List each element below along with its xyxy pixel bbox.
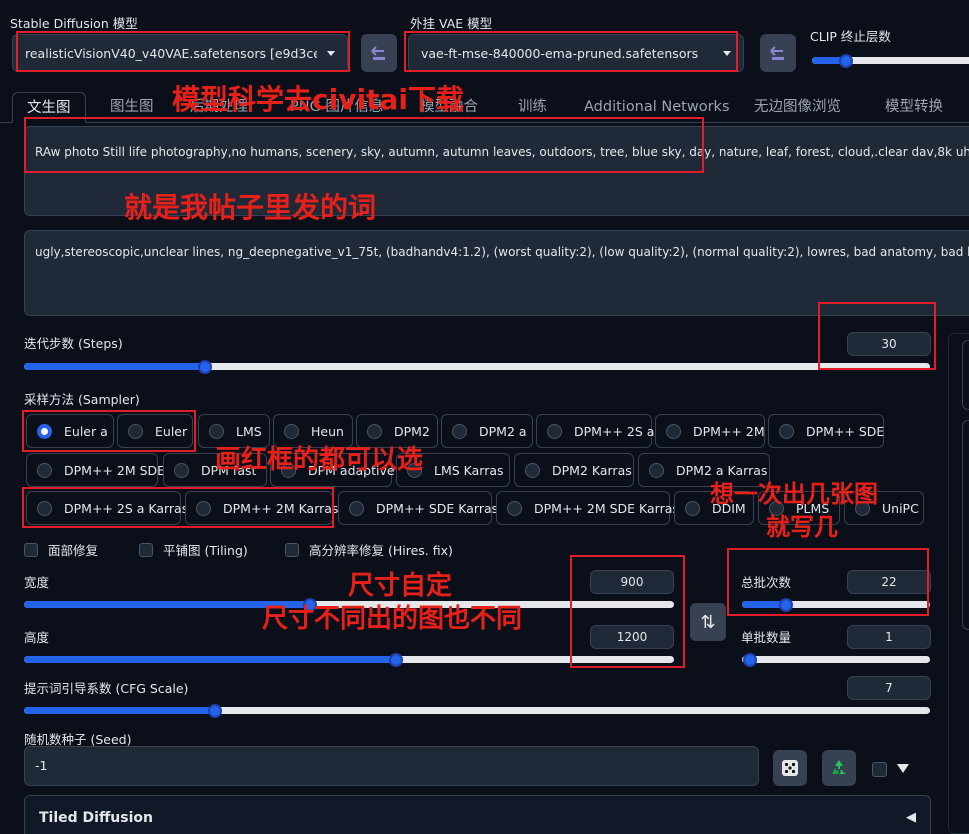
steps-label: 迭代步数 (Steps) [24,336,123,351]
refresh-icon [371,46,385,60]
sampler-label: 采样方法 (Sampler) [24,392,140,407]
vae-select[interactable]: vae-ft-mse-840000-ema-pruned.safetensors [408,34,744,72]
right-panel-box [962,340,969,410]
sampler-option[interactable]: DPM++ 2M [655,414,765,448]
extra-seed-checkbox[interactable] [872,762,887,777]
cfg-number[interactable]: 7 [847,676,931,700]
tab-train[interactable]: 训练 [518,92,547,122]
width-label: 宽度 [24,575,50,590]
sampler-option[interactable]: DPM++ 2M SDE [26,453,165,487]
face-restore-checkbox[interactable]: 面部修复 [24,540,98,559]
sampler-option[interactable]: DPM++ SDE [768,414,884,448]
width-number[interactable]: 900 [590,570,674,594]
steps-number[interactable]: 30 [847,332,931,356]
cfg-slider[interactable] [24,703,930,718]
refresh-models-button[interactable] [361,34,397,72]
collapse-arrow-icon: ◀ [906,810,916,825]
tab-txt2img[interactable]: 文生图 [12,92,86,123]
annotation-batch: 就写几 [766,513,838,541]
recycle-icon [832,760,846,774]
batch-count-slider[interactable] [742,597,930,612]
height-slider[interactable] [24,652,674,667]
reuse-seed-button[interactable] [822,750,856,786]
model-value: realisticVisionV40_v40VAE.safetensors [e… [25,45,317,61]
annotation-sampler: 画红框的都可以选 [215,445,424,475]
tiled-diffusion-label: Tiled Diffusion [39,809,153,826]
sampler-option[interactable]: Euler [117,414,193,448]
refresh-icon [770,46,784,60]
annotation-size: 尺寸自定 [348,571,453,601]
tiling-checkbox[interactable]: 平铺图 (Tiling) [139,540,248,559]
refresh-vae-button[interactable] [760,34,796,72]
hires-fix-checkbox[interactable]: 高分辨率修复 (Hires. fix) [285,540,453,559]
sampler-option[interactable]: DPM++ 2S a Karras [26,491,188,525]
tab-additional-networks[interactable]: Additional Networks [584,92,730,122]
batch-count-number[interactable]: 22 [847,570,931,594]
seed-input[interactable]: -1 [24,746,759,786]
chevron-down-icon [327,50,335,56]
model-select[interactable]: realisticVisionV40_v40VAE.safetensors [e… [12,34,348,72]
annotation-size: 尺寸不同出的图也不同 [262,604,523,634]
batch-size-number[interactable]: 1 [847,625,931,649]
annotation-model: 模型科学去civitai下载 [172,83,464,116]
tab-model-convert[interactable]: 模型转换 [885,92,943,122]
swap-icon: ⇅ [700,611,716,633]
steps-slider[interactable] [24,359,930,374]
chevron-down-icon [723,50,731,56]
random-seed-button[interactable] [773,750,807,786]
sampler-option[interactable]: DPM2 Karras [514,453,634,487]
sampler-option[interactable]: DPM2 a [441,414,533,448]
cfg-label: 提示词引导系数 (CFG Scale) [24,681,189,696]
batch-size-slider[interactable] [742,652,930,667]
tab-img2img[interactable]: 图生图 [110,92,154,122]
sampler-option[interactable]: DPM++ 2M Karras [185,491,338,525]
vae-value: vae-ft-mse-840000-ema-pruned.safetensors [421,45,699,61]
annotation-batch: 想一次出几张图 [710,480,878,508]
sampler-option[interactable]: DPM++ SDE Karras [338,491,498,525]
negative-prompt-input[interactable]: ugly,stereoscopic,unclear lines, ng_deep… [24,230,969,316]
clip-slider[interactable] [812,53,969,68]
swap-dimensions-button[interactable]: ⇅ [690,603,726,641]
dice-icon [782,760,798,776]
right-panel-box [962,420,969,630]
model-label: Stable Diffusion 模型 [10,16,138,31]
sampler-option[interactable]: Euler a [26,414,114,448]
height-number[interactable]: 1200 [590,625,674,649]
clip-label: CLIP 终止层数 [810,29,891,44]
sampler-option[interactable]: DPM++ 2M SDE Karras [496,491,679,525]
triangle-down-icon[interactable] [897,764,909,773]
batch-size-label: 单批数量 [741,630,792,645]
vae-label: 外挂 VAE 模型 [410,16,493,31]
tiled-diffusion-accordion[interactable]: Tiled Diffusion ◀ [24,795,931,834]
sampler-option[interactable]: DPM++ 2S a [536,414,654,448]
annotation-prompt: 就是我帖子里发的词 [124,191,377,224]
batch-count-label: 总批次数 [741,575,792,590]
height-label: 高度 [24,630,50,645]
tab-image-browser[interactable]: 无边图像浏览 [754,92,841,122]
